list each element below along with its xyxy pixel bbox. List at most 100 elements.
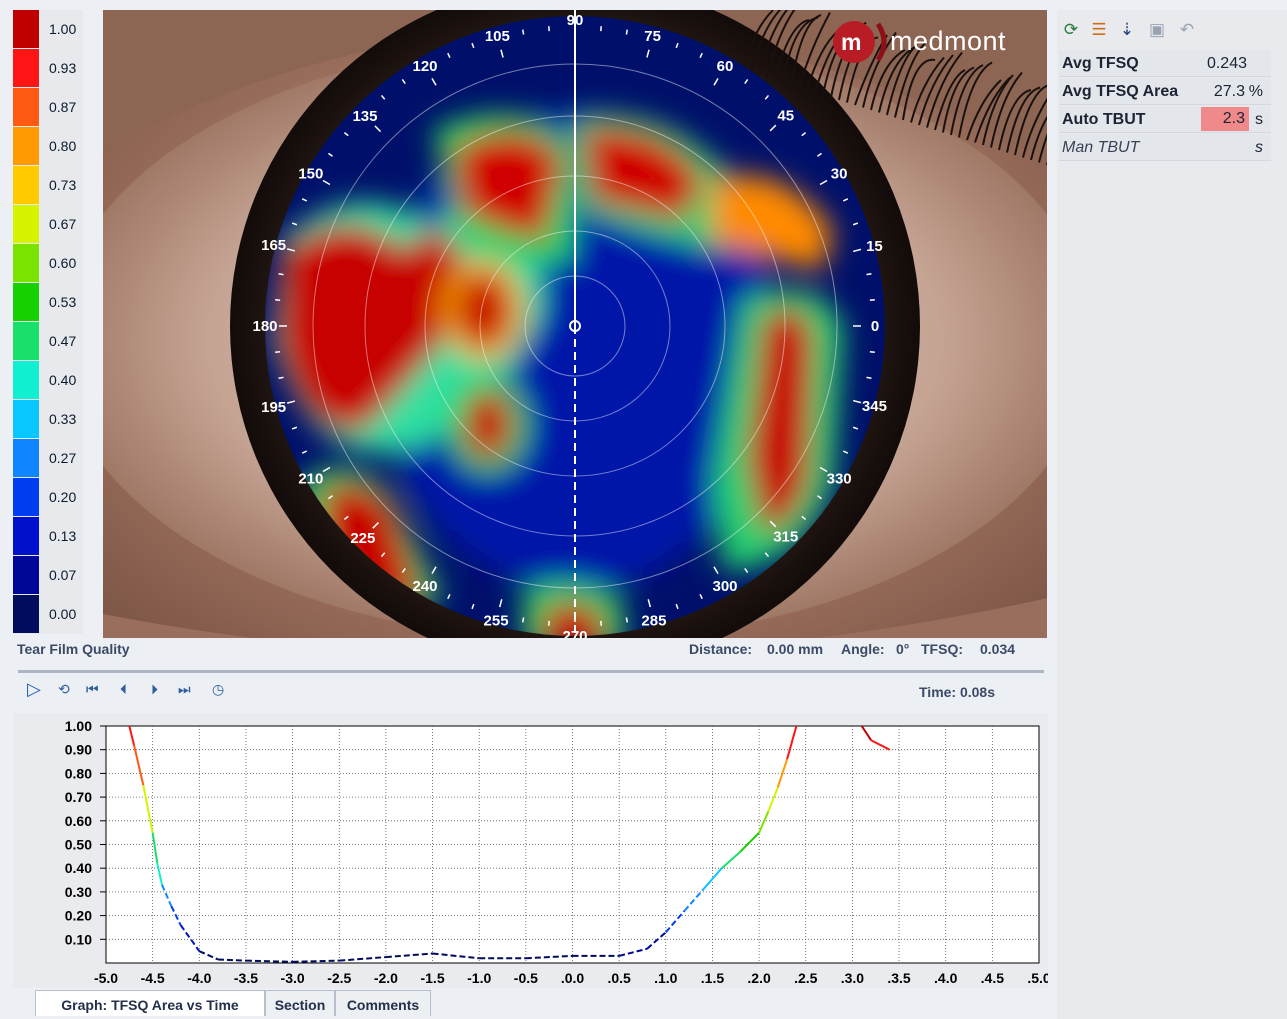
y-tick-label: 0.10 — [65, 931, 92, 947]
skip-start-icon[interactable]: ⏮ — [86, 681, 99, 698]
x-tick-label: -2.0 — [374, 970, 398, 986]
x-tick-label: -4.5 — [141, 970, 165, 986]
legend-swatch — [13, 205, 39, 243]
metric-row: Avg TFSQ Area 27.3% — [1059, 78, 1271, 105]
step-forward-icon[interactable]: ⏵ — [151, 681, 158, 698]
angle-label: 330 — [827, 471, 852, 488]
playback-controls: ▷ ⟲ ⏮ ⏴ ⏵ ⏭ ◷ Time: 0.08s — [13, 677, 1048, 707]
y-tick-label: 1.00 — [65, 718, 92, 734]
angle-value: 0° — [896, 641, 910, 657]
play-icon[interactable]: ▷ — [27, 679, 41, 700]
metric-label: Avg TFSQ — [1062, 55, 1139, 72]
tfsq-area-chart: -5.0 -4.5 -4.0 -3.5 -3.0 -2.5 -2.0 -1.5 -1.0 -0.5… — [65, 718, 1051, 986]
distance-label: Distance: — [689, 641, 753, 657]
tab-section[interactable]: Section — [265, 990, 335, 1016]
angle-label: 165 — [261, 237, 286, 254]
angle-label: 45 — [777, 107, 794, 124]
tear-film-map[interactable]: 0 15 30 45 60 75 90 105 120 135 150 165 180 195 210 225… — [103, 10, 1047, 638]
legend-label: 0.93 — [49, 60, 77, 76]
x-tick-label: -2.5 — [327, 970, 351, 986]
legend-row: 0.00 — [13, 595, 83, 633]
undo-icon[interactable]: ↶ — [1177, 20, 1197, 40]
angle-minor-tick — [625, 617, 629, 623]
x-tick-label: .3.5 — [887, 970, 911, 986]
metric-unit: s — [1255, 139, 1263, 156]
medmont-logo: m medmont — [830, 18, 1035, 66]
metric-value[interactable]: 0.243 — [1207, 55, 1247, 73]
legend-row: 0.07 — [13, 556, 83, 594]
angle-label: 180 — [252, 318, 277, 335]
list-icon[interactable]: ☰ — [1089, 20, 1109, 40]
y-tick-label: 0.80 — [65, 765, 92, 781]
legend-row: 0.87 — [13, 88, 83, 126]
x-tick-label: -5.0 — [94, 970, 118, 986]
x-tick-label: -0.5 — [514, 970, 538, 986]
save-icon[interactable]: ▣ — [1147, 20, 1167, 40]
angle-minor-tick — [866, 376, 872, 380]
legend-label: 0.33 — [49, 411, 77, 427]
metric-row: Avg TFSQ 0.243 — [1059, 50, 1271, 77]
legend-swatch — [13, 88, 39, 126]
y-tick-label: 0.20 — [65, 908, 92, 924]
metrics-panel: ⟳ ☰ ⇣ ▣ ↶ Avg TFSQ 0.243 Avg TFSQ Area 27.3… — [1057, 10, 1287, 1019]
legend-row: 0.27 — [13, 439, 83, 477]
x-tick-label: .0.5 — [607, 970, 631, 986]
legend-label: 0.13 — [49, 528, 77, 544]
tab-comments[interactable]: Comments — [335, 990, 431, 1016]
legend-label: 0.40 — [49, 372, 77, 388]
bottom-tabs: Graph: TFSQ Area vs Time Section Comments — [13, 990, 1048, 1019]
x-tick-label: .1.5 — [701, 970, 725, 986]
legend-label: 1.00 — [49, 21, 77, 37]
legend-row: 0.13 — [13, 517, 83, 555]
angle-label: 315 — [773, 529, 798, 546]
metric-row: Man TBUT s — [1059, 134, 1271, 161]
angle-label: 210 — [298, 471, 323, 488]
angle-label: Angle: — [841, 641, 885, 657]
tfsq-label: TFSQ: — [921, 641, 963, 657]
time-readout: Time: 0.08s — [919, 684, 996, 700]
x-tick-label: -3.0 — [281, 970, 305, 986]
legend-swatch — [13, 49, 39, 87]
speed-icon[interactable]: ◷ — [212, 681, 224, 698]
x-tick-label: .4.0 — [934, 970, 958, 986]
legend-row: 0.20 — [13, 478, 83, 516]
angle-minor-tick — [625, 29, 629, 35]
legend-row: 0.47 — [13, 322, 83, 360]
angle-label: 120 — [412, 58, 437, 75]
skip-end-icon[interactable]: ⏭ — [178, 681, 191, 698]
x-tick-label: .0.0 — [561, 970, 585, 986]
angle-label: 60 — [717, 58, 734, 75]
distance-value: 0.00 mm — [767, 641, 824, 657]
series-line-segment — [217, 958, 246, 962]
sort-icon[interactable]: ⇣ — [1117, 20, 1137, 40]
angle-label: 285 — [641, 613, 666, 630]
map-title: Tear Film Quality — [17, 641, 130, 657]
angle-label: 0 — [871, 318, 879, 335]
angle-label: 105 — [485, 28, 510, 45]
x-tick-label: -3.5 — [234, 970, 258, 986]
metric-label: Man TBUT — [1062, 139, 1140, 156]
svg-text:m: m — [841, 29, 861, 55]
tab-graph[interactable]: Graph: TFSQ Area vs Time — [35, 990, 265, 1016]
angle-minor-tick — [278, 272, 284, 276]
y-tick-label: 0.60 — [65, 813, 92, 829]
legend-row: 0.73 — [13, 166, 83, 204]
metric-value[interactable]: 2.3 — [1201, 107, 1249, 131]
time-slider[interactable] — [18, 670, 1044, 673]
legend-label: 0.80 — [49, 138, 77, 154]
x-tick-label: .3.0 — [841, 970, 865, 986]
y-tick-label: 0.90 — [65, 742, 92, 758]
legend-swatch — [13, 400, 39, 438]
angle-label: 90 — [567, 12, 584, 29]
legend-swatch — [13, 595, 39, 633]
metrics-table: Avg TFSQ 0.243 Avg TFSQ Area 27.3% Auto TBUT… — [1057, 50, 1287, 180]
refresh-icon[interactable]: ⟳ — [1061, 20, 1081, 40]
loop-icon[interactable]: ⟲ — [58, 681, 70, 698]
step-back-icon[interactable]: ⏴ — [120, 681, 127, 698]
angle-label: 150 — [298, 166, 323, 183]
brand-name: medmont — [890, 26, 1007, 56]
metric-value[interactable]: 27.3 — [1214, 83, 1245, 101]
legend-swatch — [13, 439, 39, 477]
angle-label: 345 — [862, 398, 887, 415]
tear-film-map-canvas: 0 15 30 45 60 75 90 105 120 135 150 165 180 195 210 225… — [103, 10, 1047, 638]
